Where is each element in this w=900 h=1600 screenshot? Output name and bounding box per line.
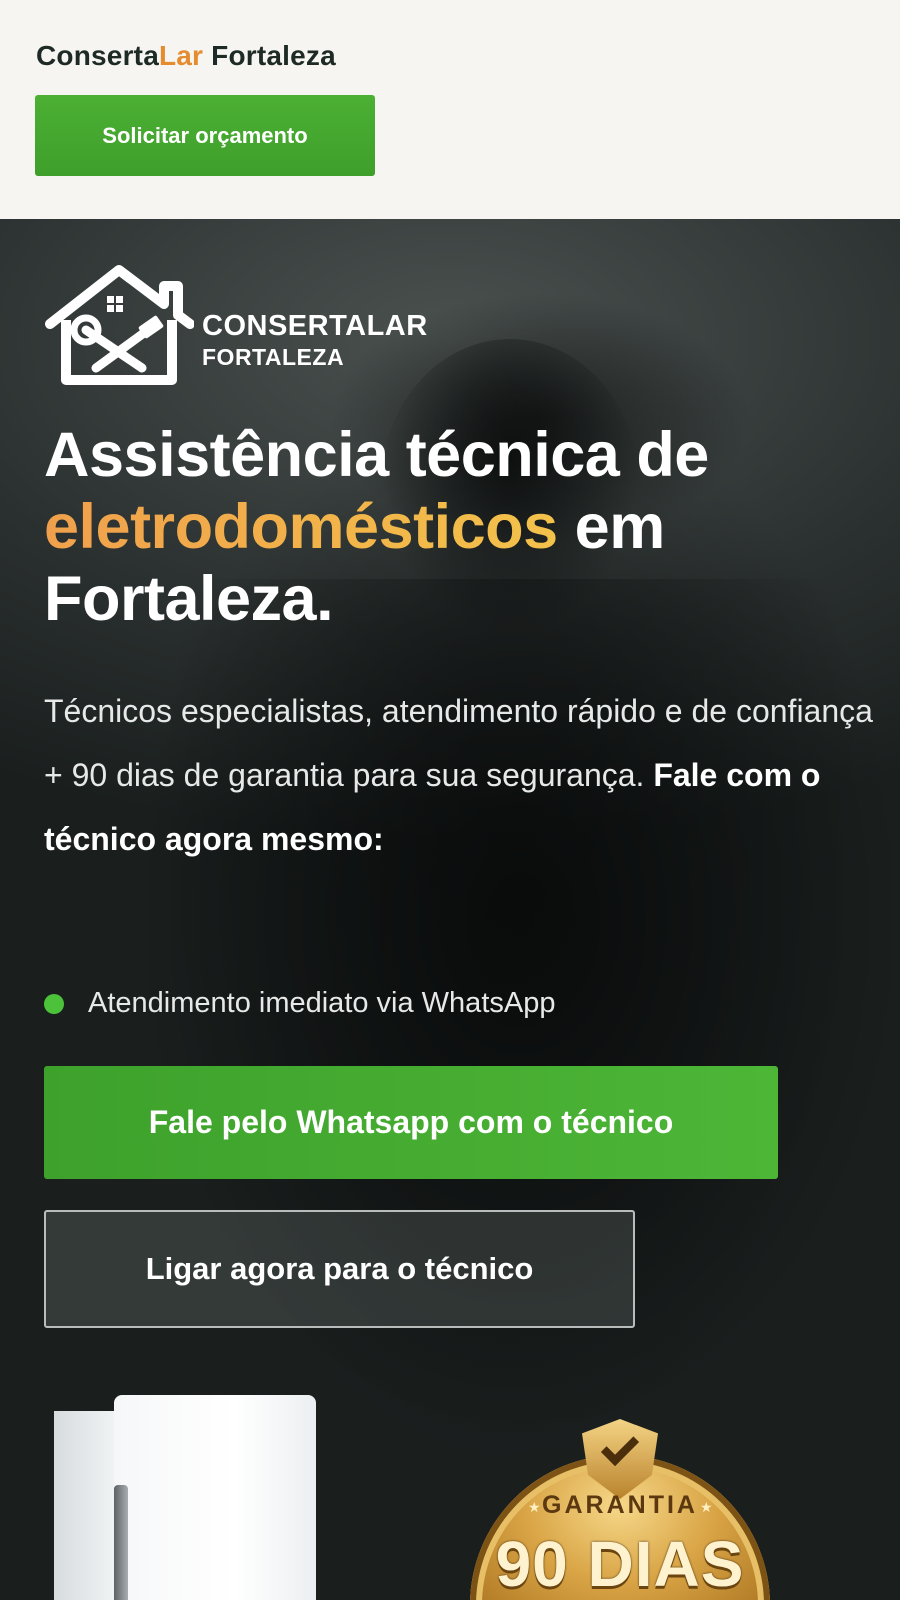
brand-part-accent: Lar xyxy=(158,40,204,71)
headline-part-1: Assistência técnica de xyxy=(44,420,709,490)
guarantee-badge: ★ ★ GARANTIA 90 DIAS xyxy=(470,1419,770,1600)
headline-highlight: eletrodomésticos xyxy=(44,492,558,562)
call-technician-button[interactable]: Ligar agora para o técnico xyxy=(44,1210,635,1328)
online-status-dot xyxy=(44,993,64,1014)
brand-part-3: Fortaleza xyxy=(203,40,336,71)
hero-headline: Assistência técnica de eletrodomésticos … xyxy=(44,419,864,635)
refrigerator-handle xyxy=(114,1485,128,1600)
house-tools-icon xyxy=(45,265,194,385)
badge-days: 90 DIAS xyxy=(495,1528,745,1600)
hero-section: CONSERTALAR FORTALEZA Assistência técnic… xyxy=(0,219,900,1600)
refrigerator-image xyxy=(54,1395,316,1600)
refrigerator-side xyxy=(54,1411,116,1600)
company-logo: CONSERTALAR FORTALEZA xyxy=(44,264,464,394)
whatsapp-status: Atendimento imediato via WhatsApp xyxy=(44,987,555,1020)
status-label: Atendimento imediato via WhatsApp xyxy=(88,987,556,1019)
brand-part-1: Conserta xyxy=(36,40,159,71)
whatsapp-button[interactable]: Fale pelo Whatsapp com o técnico xyxy=(44,1066,778,1179)
logo-text-secondary: FORTALEZA xyxy=(202,344,345,370)
logo-text-primary: CONSERTALAR xyxy=(202,310,428,342)
brand-name[interactable]: ConsertaLar Fortaleza xyxy=(36,40,336,72)
refrigerator-door xyxy=(114,1395,316,1600)
request-quote-button[interactable]: Solicitar orçamento xyxy=(35,95,375,176)
badge-label: GARANTIA xyxy=(542,1491,698,1519)
hero-subtitle: Técnicos especialistas, atendimento rápi… xyxy=(44,679,874,871)
top-header: ConsertaLar Fortaleza Solicitar orçament… xyxy=(0,0,900,219)
